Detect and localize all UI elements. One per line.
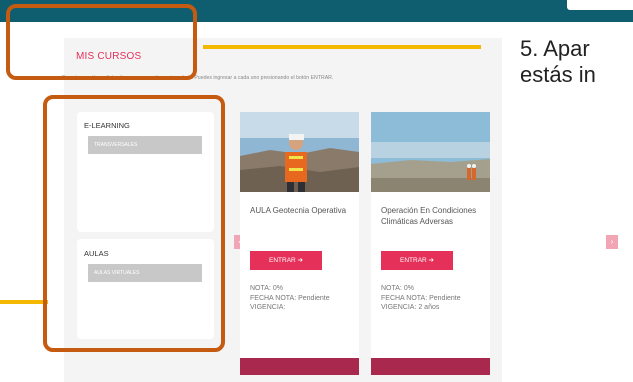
- course-grade-date: FECHA NOTA: Pendiente: [250, 294, 330, 302]
- course-grade: NOTA: 0%: [250, 285, 283, 292]
- carousel-next-button[interactable]: ›: [606, 235, 618, 249]
- course-meta: NOTA: 0% FECHA NOTA: Pendiente VIGENCIA:…: [381, 284, 461, 313]
- enter-label: ENTRAR: [400, 257, 427, 264]
- highlight-line-sidebar: [0, 300, 48, 304]
- course-footer: [371, 358, 490, 375]
- course-name: AULA Geotecnia Operativa: [250, 206, 347, 215]
- search-box[interactable]: [567, 0, 633, 10]
- enter-button[interactable]: ENTRAR ➔: [381, 251, 453, 270]
- instruction-text-line2: estás in: [520, 62, 596, 87]
- course-name: Operación En Condiciones Climáticas Adve…: [381, 206, 477, 226]
- course-validity: VIGENCIA: 2 años: [381, 304, 440, 311]
- course-grade-date: FECHA NOTA: Pendiente: [381, 294, 461, 302]
- chevron-right-icon: ›: [610, 237, 614, 246]
- annotation-box-title: [6, 4, 197, 80]
- arrow-right-icon: ➔: [297, 257, 303, 264]
- highlight-line-title: [203, 45, 481, 49]
- course-image: [371, 112, 490, 192]
- course-grade: NOTA: 0%: [381, 285, 414, 292]
- enter-label: ENTRAR: [269, 257, 296, 264]
- course-meta: NOTA: 0% FECHA NOTA: Pendiente VIGENCIA:: [250, 284, 330, 313]
- course-image: [240, 112, 359, 192]
- enter-button[interactable]: ENTRAR ➔: [250, 251, 322, 270]
- course-card: Operación En Condiciones Climáticas Adve…: [371, 112, 490, 375]
- course-footer: [240, 358, 359, 375]
- instruction-text-line1: 5. Apar: [520, 36, 590, 61]
- course-validity: VIGENCIA:: [250, 304, 286, 311]
- annotation-box-sidebar: [43, 95, 225, 352]
- course-card: AULA Geotecnia Operativa ENTRAR ➔ NOTA: …: [240, 112, 359, 375]
- arrow-right-icon: ➔: [428, 257, 434, 264]
